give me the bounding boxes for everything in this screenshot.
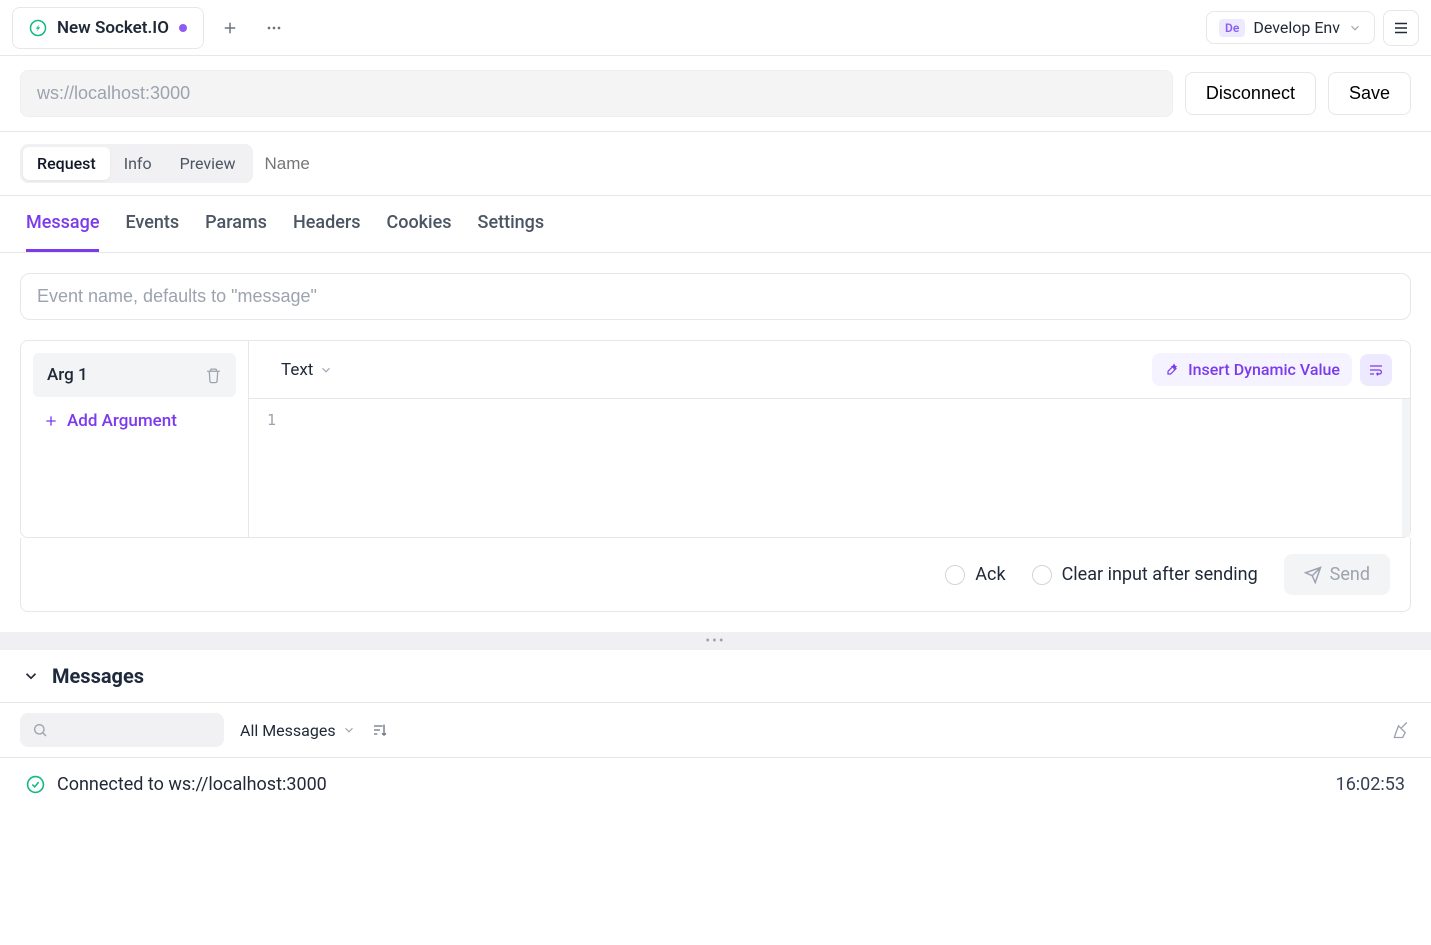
ack-checkbox[interactable]: Ack (945, 564, 1005, 585)
add-argument-label: Add Argument (67, 411, 177, 431)
url-input[interactable] (20, 70, 1173, 117)
clear-input-label: Clear input after sending (1062, 564, 1258, 585)
editor: Text Insert Dynamic Value 1 (249, 341, 1410, 537)
message-log-row[interactable]: Connected to ws://localhost:3000 16:02:5… (0, 758, 1431, 811)
delete-arg-button[interactable] (205, 367, 222, 384)
line-number: 1 (267, 411, 276, 429)
view-tabs: Request Info Preview (0, 132, 1431, 196)
view-tab-info[interactable]: Info (110, 147, 166, 180)
arg-item[interactable]: Arg 1 (33, 353, 236, 397)
sub-tabs: Message Events Params Headers Cookies Se… (0, 196, 1431, 253)
editor-toolbar: Text Insert Dynamic Value (249, 341, 1410, 399)
chevron-down-icon (1348, 21, 1362, 35)
messages-header: Messages (0, 650, 1431, 703)
wrap-lines-button[interactable] (1360, 354, 1392, 386)
chevron-down-icon (22, 667, 40, 685)
tab-headers[interactable]: Headers (293, 196, 361, 252)
success-icon (26, 775, 45, 794)
chevron-down-icon (319, 363, 333, 377)
args-editor: Arg 1 Add Argument Text Insert Dynamic V… (20, 340, 1411, 538)
sort-icon (372, 722, 388, 738)
tab-new-socketio[interactable]: New Socket.IO (12, 7, 204, 49)
arg-sidebar: Arg 1 Add Argument (21, 341, 249, 537)
log-text: Connected to ws://localhost:3000 (57, 774, 327, 795)
tab-message[interactable]: Message (26, 196, 99, 252)
body-type-selector[interactable]: Text (267, 360, 333, 380)
messages-title: Messages (52, 664, 144, 688)
send-row: Ack Clear input after sending Send (20, 538, 1411, 612)
environment-selector[interactable]: De Develop Env (1206, 11, 1375, 44)
checkbox-icon (945, 565, 965, 585)
broom-icon (1391, 720, 1411, 740)
env-label: Develop Env (1253, 18, 1340, 37)
tab-cookies[interactable]: Cookies (386, 196, 451, 252)
panel-resize-handle[interactable]: ••• (0, 632, 1431, 650)
plus-icon (221, 19, 239, 37)
code-editor[interactable]: 1 (249, 399, 1410, 537)
view-tab-request[interactable]: Request (23, 147, 110, 180)
wrap-icon (1368, 362, 1384, 378)
send-button[interactable]: Send (1284, 554, 1390, 595)
chevron-down-icon (342, 723, 356, 737)
tab-bar: New Socket.IO De Develop Env (0, 0, 1431, 56)
socketio-icon (29, 19, 47, 37)
url-bar: Disconnect Save (0, 56, 1431, 132)
sort-button[interactable] (372, 722, 388, 738)
magic-wand-icon (1164, 362, 1180, 378)
search-icon (32, 722, 48, 738)
hamburger-icon (1392, 19, 1410, 37)
insert-dynamic-label: Insert Dynamic Value (1188, 360, 1340, 379)
body-type-label: Text (281, 360, 313, 380)
messages-filter-selector[interactable]: All Messages (240, 721, 356, 740)
clear-input-checkbox[interactable]: Clear input after sending (1032, 564, 1258, 585)
messages-toolbar: All Messages (0, 703, 1431, 758)
clear-messages-button[interactable] (1391, 720, 1411, 740)
event-name-input[interactable] (20, 273, 1411, 320)
add-argument-button[interactable]: Add Argument (33, 397, 236, 445)
trash-icon (205, 367, 222, 384)
tab-events[interactable]: Events (125, 196, 179, 252)
view-tab-preview[interactable]: Preview (166, 147, 250, 180)
request-name-input[interactable] (265, 154, 465, 174)
collapse-messages-button[interactable] (22, 667, 40, 685)
modified-indicator-icon (179, 24, 187, 32)
insert-dynamic-value-button[interactable]: Insert Dynamic Value (1152, 353, 1352, 386)
env-badge: De (1219, 19, 1245, 37)
disconnect-button[interactable]: Disconnect (1185, 72, 1316, 115)
checkbox-icon (1032, 565, 1052, 585)
log-timestamp: 16:02:53 (1336, 774, 1405, 795)
send-icon (1304, 566, 1322, 584)
filter-label: All Messages (240, 721, 336, 740)
menu-button[interactable] (1383, 10, 1419, 46)
arg-label: Arg 1 (47, 365, 88, 385)
tab-more-button[interactable] (256, 10, 292, 46)
tab-params[interactable]: Params (205, 196, 267, 252)
ellipsis-icon (264, 18, 284, 38)
save-button[interactable]: Save (1328, 72, 1411, 115)
tab-title: New Socket.IO (57, 18, 169, 38)
messages-search-input[interactable] (20, 713, 224, 747)
ack-label: Ack (975, 564, 1005, 585)
new-tab-button[interactable] (212, 10, 248, 46)
plus-icon (43, 413, 59, 429)
tab-settings[interactable]: Settings (478, 196, 545, 252)
send-label: Send (1330, 564, 1370, 585)
